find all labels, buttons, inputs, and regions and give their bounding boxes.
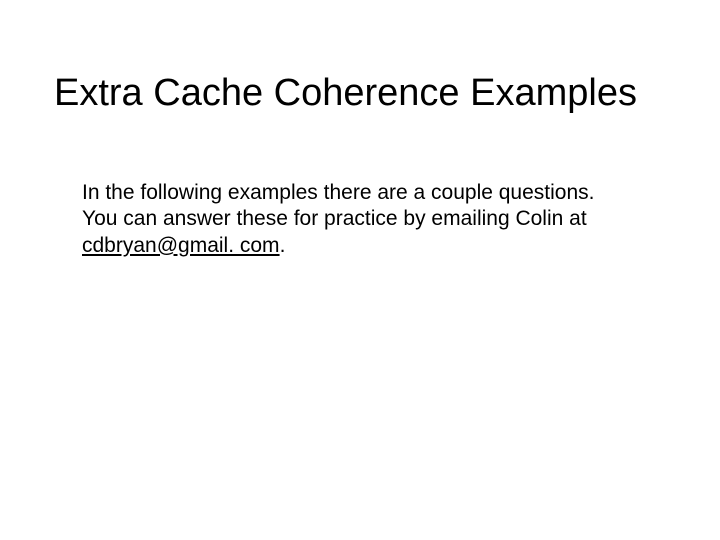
slide-body: In the following examples there are a co… (82, 180, 602, 259)
email-link[interactable]: cdbryan@gmail. com (82, 234, 280, 257)
slide: Extra Cache Coherence Examples In the fo… (0, 0, 720, 540)
body-text-after: . (280, 234, 286, 257)
body-text-before: In the following examples there are a co… (82, 181, 594, 230)
slide-title: Extra Cache Coherence Examples (54, 72, 690, 115)
